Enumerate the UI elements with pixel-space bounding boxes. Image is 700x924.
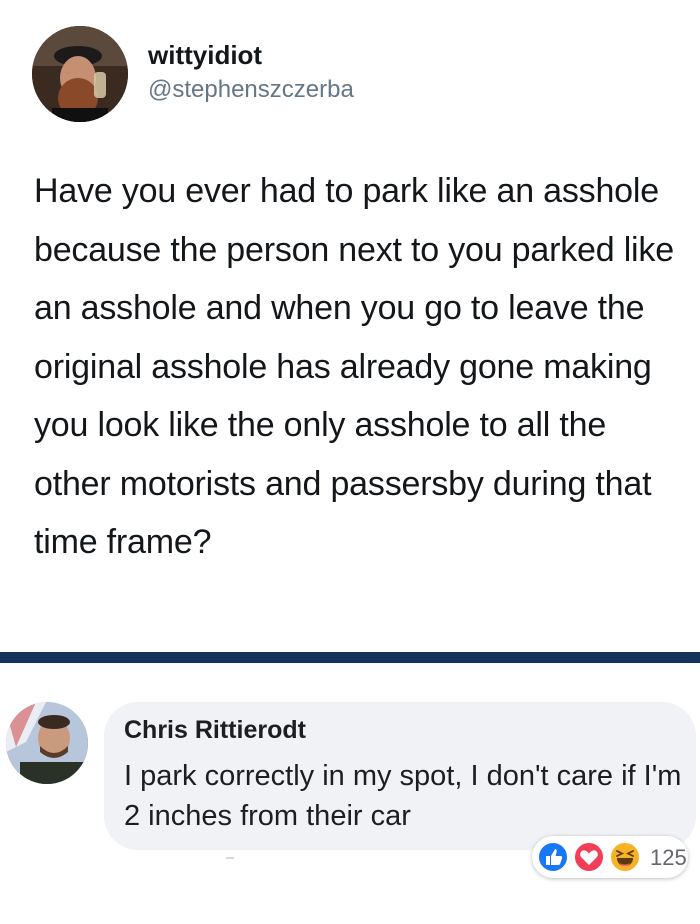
tweet-display-name[interactable]: wittyidiot <box>148 40 262 71</box>
comment-text: I park correctly in my spot, I don't car… <box>124 760 682 832</box>
divider-mark <box>226 857 234 859</box>
tweet-author-avatar[interactable] <box>32 26 128 122</box>
reactions-summary[interactable]: 125 <box>532 836 688 878</box>
tweet-handle[interactable]: @stephenszczerba <box>148 76 354 104</box>
haha-icon <box>609 841 641 873</box>
section-divider <box>0 652 700 663</box>
love-icon <box>573 841 605 873</box>
commenter-avatar[interactable] <box>6 702 88 784</box>
reaction-count: 125 <box>650 845 687 870</box>
tweet-text: Have you ever had to park like an asshol… <box>34 172 674 561</box>
avatar-photo <box>32 26 128 122</box>
comment-author-name[interactable]: Chris Rittierodt <box>124 716 306 745</box>
commenter-photo <box>6 702 88 784</box>
like-icon <box>537 841 569 873</box>
tweet-card: wittyidiot @stephenszczerba Have you eve… <box>0 0 700 652</box>
